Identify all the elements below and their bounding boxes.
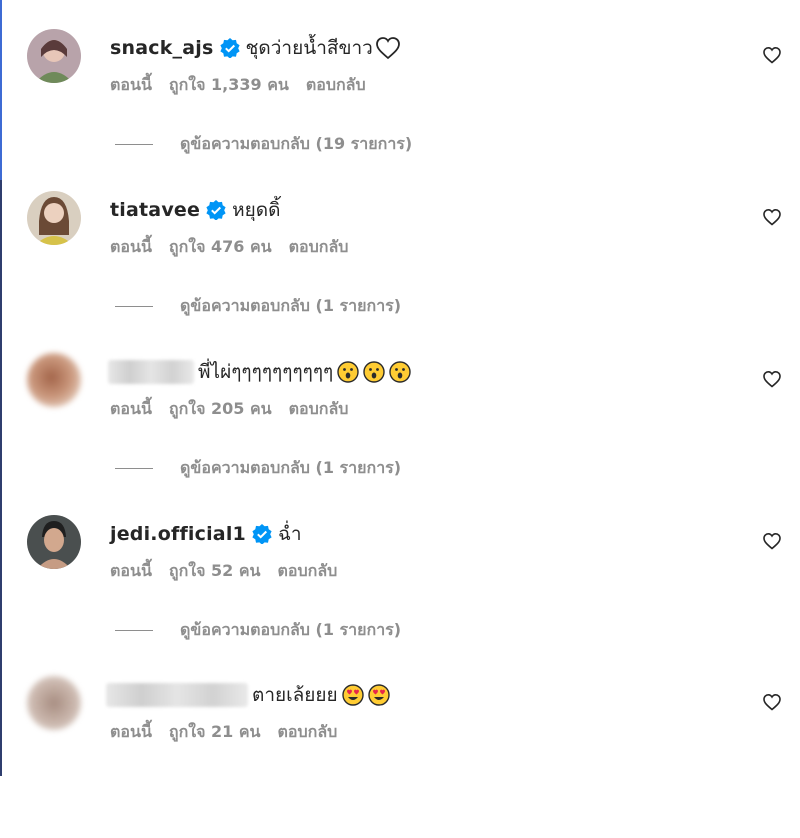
reply-button[interactable]: ตอบกลับ [277, 559, 337, 584]
replies-divider [115, 144, 153, 145]
view-replies-label: ดูข้อความตอบกลับ (1 รายการ) [180, 620, 402, 639]
blurred-username[interactable] [106, 683, 248, 707]
blurred-username[interactable] [108, 360, 194, 384]
comment-time: ตอนนี้ [110, 75, 152, 94]
avatar[interactable] [27, 676, 81, 730]
avatar[interactable] [27, 191, 81, 245]
comment-item: tiatavee หยุดดิ้ ตอนนี้ ถูกใจ 476 คน ตอบ… [0, 191, 800, 353]
comment-time: ตอนนี้ [110, 399, 152, 418]
verified-badge-icon [206, 200, 226, 220]
replies-divider [115, 306, 153, 307]
comment-text: ตายเล้ยยย [252, 684, 338, 706]
view-replies-button[interactable]: ดูข้อความตอบกลับ (1 รายการ) [115, 456, 401, 481]
comment-item: พี่ไผ่ๆๆๆๆๆๆๆๆๆๆ ตอนนี้ ถูกใจ 205 คน ตอบ… [0, 353, 800, 515]
avatar[interactable] [27, 515, 81, 569]
likes-count[interactable]: ถูกใจ 21 คน [169, 720, 261, 745]
view-replies-button[interactable]: ดูข้อความตอบกลับ (1 รายการ) [115, 618, 401, 643]
username[interactable]: tiatavee [110, 199, 200, 221]
view-replies-button[interactable]: ดูข้อความตอบกลับ (19 รายการ) [115, 132, 412, 157]
like-heart-icon[interactable] [762, 207, 782, 227]
heart-outline-icon [375, 37, 400, 60]
like-heart-icon[interactable] [762, 369, 782, 389]
avatar[interactable] [27, 29, 81, 83]
comment-text: ชุดว่ายน้ำสีขาว [245, 37, 373, 59]
reply-button[interactable]: ตอบกลับ [289, 235, 349, 260]
comment-time: ตอนนี้ [110, 561, 152, 580]
comment-text: พี่ไผ่ๆๆๆๆๆๆๆๆๆๆ [198, 361, 334, 383]
likes-count[interactable]: ถูกใจ 205 คน [169, 397, 272, 422]
verified-badge-icon [252, 524, 272, 544]
hushed-face-icon [389, 361, 411, 383]
view-replies-button[interactable]: ดูข้อความตอบกลับ (1 รายการ) [115, 294, 401, 319]
comment-time: ตอนนี้ [110, 237, 152, 256]
likes-count[interactable]: ถูกใจ 476 คน [169, 235, 272, 260]
reply-button[interactable]: ตอบกลับ [306, 73, 366, 98]
comment-text: ฉ่ำ [277, 523, 302, 545]
avatar[interactable] [27, 353, 81, 407]
view-replies-label: ดูข้อความตอบกลับ (1 รายการ) [180, 458, 402, 477]
comment-text: หยุดดิ้ [232, 199, 281, 221]
hushed-face-icon [363, 361, 385, 383]
comment-time: ตอนนี้ [110, 722, 152, 741]
comment-item: snack_ajs ชุดว่ายน้ำสีขาว ตอนนี้ ถูกใจ 1… [0, 29, 800, 191]
username[interactable]: jedi.official1 [110, 523, 246, 545]
comment-item: jedi.official1 ฉ่ำ ตอนนี้ ถูกใจ 52 คน ตอ… [0, 515, 800, 677]
like-heart-icon[interactable] [762, 531, 782, 551]
username[interactable]: snack_ajs [110, 37, 214, 59]
hushed-face-icon [337, 361, 359, 383]
heart-eyes-face-icon [341, 684, 364, 706]
replies-divider [115, 630, 153, 631]
like-heart-icon[interactable] [762, 692, 782, 712]
heart-eyes-face-icon [367, 684, 390, 706]
reply-button[interactable]: ตอบกลับ [277, 720, 337, 745]
view-replies-label: ดูข้อความตอบกลับ (1 รายการ) [180, 296, 402, 315]
comment-item: ตายเล้ยยย ตอนนี้ ถูกใจ 21 คน ตอบกลับ [0, 676, 800, 838]
likes-count[interactable]: ถูกใจ 52 คน [169, 559, 261, 584]
like-heart-icon[interactable] [762, 45, 782, 65]
reply-button[interactable]: ตอบกลับ [289, 397, 349, 422]
view-replies-label: ดูข้อความตอบกลับ (19 รายการ) [180, 134, 413, 153]
likes-count[interactable]: ถูกใจ 1,339 คน [169, 73, 289, 98]
verified-badge-icon [219, 38, 240, 58]
replies-divider [115, 468, 153, 469]
